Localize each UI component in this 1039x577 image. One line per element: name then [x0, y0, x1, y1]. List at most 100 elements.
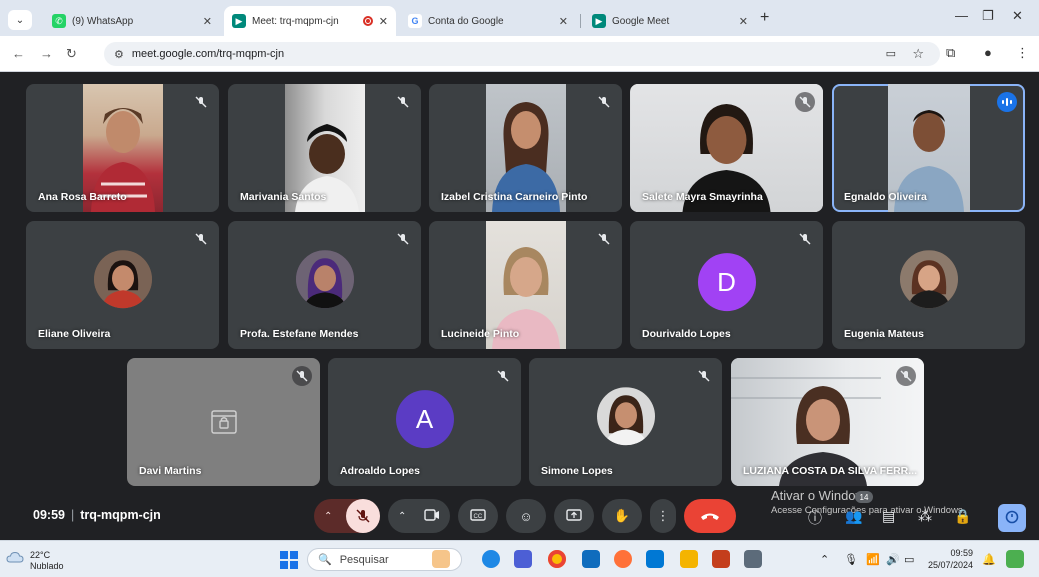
powerpoint-icon[interactable]	[712, 550, 730, 568]
mic-muted-icon	[795, 92, 815, 112]
participant-tile[interactable]: Salete Mayra Smayrinha	[630, 84, 823, 212]
camera-locked-icon	[211, 410, 237, 434]
file-explorer-icon[interactable]	[680, 550, 698, 568]
reload-icon[interactable]: ↻	[66, 46, 77, 62]
tab-meet-active[interactable]: ▶ Meet: trq-mqpm-cjn ✕	[224, 6, 396, 36]
participant-tile[interactable]: Izabel Cristina Carneiro Pinto	[429, 84, 622, 212]
participant-tile[interactable]: Ana Rosa Barreto	[26, 84, 219, 212]
mic-muted-icon	[896, 366, 916, 386]
battery-icon[interactable]: ▭	[904, 553, 914, 566]
participant-avatar	[93, 250, 152, 309]
tab-close-icon[interactable]: ✕	[739, 15, 748, 28]
clock-date: 25/07/2024	[927, 559, 973, 570]
participant-tile[interactable]: Eugenia Mateus	[832, 221, 1025, 349]
participant-tile[interactable]: D Dourivaldo Lopes	[630, 221, 823, 349]
participant-name: LUZIANA COSTA DA SILVA FERR...	[743, 465, 918, 477]
tab-close-icon[interactable]: ✕	[203, 15, 212, 28]
activities-icon[interactable]: ⁂	[918, 508, 932, 525]
meeting-details: 09:59 | trq-mqpm-cjn	[33, 508, 161, 522]
extensions-icon[interactable]: ⧉	[946, 45, 955, 61]
browser-menu-icon[interactable]: ⋮	[1016, 45, 1029, 61]
mail-icon[interactable]	[582, 550, 600, 568]
store-icon[interactable]	[646, 550, 664, 568]
tab-divider	[580, 14, 581, 28]
system-clock[interactable]: 09:59 25/07/2024	[925, 548, 973, 571]
present-icon	[566, 508, 582, 524]
timer-icon	[1004, 508, 1020, 529]
restore-button[interactable]: ❐	[982, 8, 994, 24]
participant-name: Egnaldo Oliveira	[844, 191, 927, 203]
participant-avatar: D	[697, 253, 756, 312]
captions-button[interactable]: CC	[458, 499, 498, 533]
minimize-button[interactable]: —	[955, 8, 968, 23]
back-icon[interactable]: ←	[12, 46, 25, 61]
host-controls-icon[interactable]: 🔒	[954, 508, 971, 525]
participant-tile[interactable]: Lucineide Pinto	[429, 221, 622, 349]
tab-whatsapp[interactable]: ✆ (9) WhatsApp ✕	[44, 6, 220, 36]
people-app-icon[interactable]	[432, 550, 450, 568]
browser-tab-bar: ⌄ ✆ (9) WhatsApp ✕ ▶ Meet: trq-mqpm-cjn …	[0, 0, 1039, 36]
chevron-up-icon[interactable]: ⌃	[324, 511, 332, 522]
participant-tile[interactable]: LUZIANA COSTA DA SILVA FERR...	[731, 358, 924, 486]
meeting-info-icon[interactable]: ⓘ	[808, 508, 822, 528]
notification-bell-icon[interactable]: 🔔	[982, 553, 996, 566]
wifi-icon[interactable]: 📶	[866, 553, 880, 566]
chevron-up-icon[interactable]: ⌃	[820, 553, 829, 566]
meeting-controls: 09:59 | trq-mqpm-cjn ⌃ ⌃ CC ☺ ✋ ⋮ Ativar o…	[0, 486, 1039, 540]
leave-call-button[interactable]	[684, 499, 736, 533]
edge-icon[interactable]	[482, 550, 500, 568]
participant-name: Eliane Oliveira	[38, 328, 111, 340]
more-options-button[interactable]: ⋮	[650, 499, 676, 533]
reactions-button[interactable]: ☺	[506, 499, 546, 533]
participant-name: Davi Martins	[139, 465, 202, 477]
participant-tile[interactable]: Profa. Estefane Mendes	[228, 221, 421, 349]
raise-hand-button[interactable]: ✋	[602, 499, 642, 533]
google-icon: G	[408, 14, 422, 28]
tab-google-meet[interactable]: ▶ Google Meet ✕	[584, 6, 756, 36]
captions-icon: CC	[470, 508, 486, 524]
weather-widget[interactable]: 22°C Nublado	[30, 550, 64, 572]
tab-google-account[interactable]: G Conta do Google ✕	[400, 6, 576, 36]
profile-avatar-icon[interactable]: ●	[984, 45, 992, 60]
firefox-icon[interactable]	[614, 550, 632, 568]
address-bar: ← → ↻ ⚙ meet.google.com/trq-mqpm-cjn ▭ ☆…	[0, 36, 1039, 72]
chat-icon[interactable]: ▤	[882, 508, 895, 525]
camera-control[interactable]: ⌃	[388, 499, 450, 533]
teams-icon[interactable]	[514, 550, 532, 568]
participant-tile[interactable]: Davi Martins	[127, 358, 320, 486]
participant-tile[interactable]: Eliane Oliveira	[26, 221, 219, 349]
site-info-icon[interactable]: ⚙	[114, 48, 124, 61]
mic-off-button[interactable]	[346, 499, 380, 533]
camera-in-use-icon[interactable]: ▭	[886, 47, 896, 60]
microphone-tray-icon[interactable]: 🎙	[844, 553, 858, 566]
volume-icon[interactable]: 🔊	[886, 553, 900, 566]
close-window-button[interactable]: ✕	[1012, 8, 1023, 24]
widget-app-icon[interactable]	[1006, 550, 1024, 568]
participant-name: Marivania Santos	[240, 191, 327, 203]
bookmark-star-icon[interactable]: ☆	[912, 46, 924, 62]
hangup-icon	[700, 509, 720, 524]
omnibox[interactable]: ⚙ meet.google.com/trq-mqpm-cjn ▭ ☆	[104, 42, 940, 66]
new-tab-button[interactable]: +	[760, 9, 769, 27]
tab-search-dropdown[interactable]: ⌄	[8, 10, 32, 30]
tab-label: Conta do Google	[428, 15, 504, 27]
participant-tile[interactable]: Marivania Santos	[228, 84, 421, 212]
search-placeholder: Pesquisar	[339, 553, 389, 566]
people-icon[interactable]: 👥	[845, 508, 862, 525]
tab-close-icon[interactable]: ✕	[559, 15, 568, 28]
present-screen-button[interactable]	[554, 499, 594, 533]
timer-button[interactable]	[998, 504, 1026, 532]
participant-tile[interactable]: Simone Lopes	[529, 358, 722, 486]
forward-icon[interactable]: →	[40, 46, 53, 61]
chevron-up-icon[interactable]: ⌃	[398, 511, 406, 522]
start-button[interactable]	[280, 551, 298, 569]
url-text[interactable]: meet.google.com/trq-mqpm-cjn	[132, 48, 284, 60]
participant-tile-speaking[interactable]: Egnaldo Oliveira	[832, 84, 1025, 212]
calculator-icon[interactable]	[744, 550, 762, 568]
camera-icon[interactable]	[424, 508, 440, 524]
chrome-icon[interactable]	[548, 550, 566, 568]
tab-close-icon[interactable]: ✕	[379, 15, 388, 28]
microphone-control[interactable]: ⌃	[314, 499, 380, 533]
participant-tile[interactable]: A Adroaldo Lopes	[328, 358, 521, 486]
search-icon: 🔍	[318, 554, 332, 566]
